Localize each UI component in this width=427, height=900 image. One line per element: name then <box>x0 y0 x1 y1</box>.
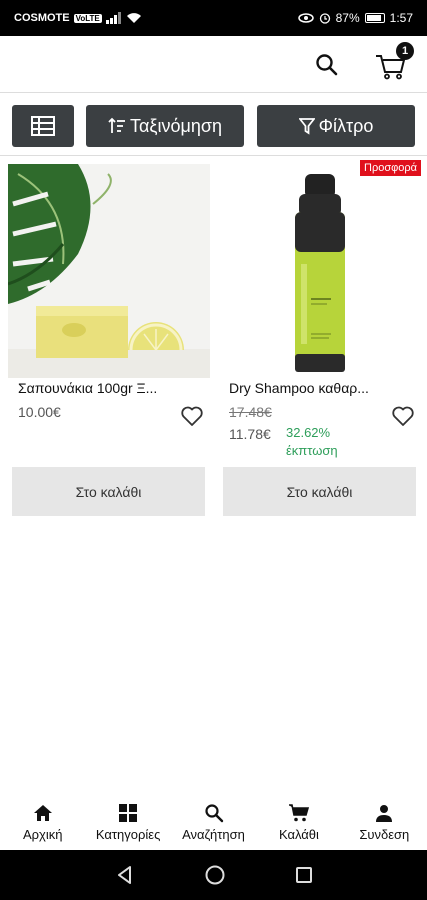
sort-button[interactable]: Ταξινόμηση <box>86 105 244 147</box>
home-circle-icon[interactable] <box>204 864 226 886</box>
dry-shampoo-product-picture <box>219 164 421 378</box>
search-icon <box>316 54 338 76</box>
offer-badge: Προσφορά <box>360 160 421 176</box>
recents-icon[interactable] <box>295 866 313 884</box>
alarm-icon <box>319 13 330 24</box>
nav-cart[interactable]: Καλάθι <box>256 794 341 850</box>
product-title[interactable]: Dry Shampoo καθαρ... <box>229 380 414 396</box>
home-icon <box>32 803 54 823</box>
wishlist-button[interactable] <box>180 404 204 428</box>
add-to-cart-button[interactable]: Στο καλάθι <box>223 467 416 516</box>
product-title[interactable]: Σαπουνάκια 100gr Ξ... <box>18 380 203 396</box>
product-card[interactable]: Σαπουνάκια 100gr Ξ... 10.00€ Στο καλάθι <box>8 164 210 520</box>
sort-icon <box>108 117 125 133</box>
status-left: COSMOTE VoLTE <box>14 12 142 24</box>
cart-count-badge: 1 <box>396 42 414 60</box>
discount-word: έκπτωση <box>286 443 338 458</box>
heart-icon <box>392 406 414 426</box>
list-view-icon <box>31 116 55 136</box>
product-price: 11.78€ <box>229 426 271 442</box>
discount-percent: 32.62% <box>286 425 331 440</box>
search-button[interactable] <box>314 52 340 78</box>
status-right: 87% 1:57 <box>297 11 413 25</box>
volte-badge: VoLTE <box>73 13 102 23</box>
signal-icon <box>105 12 121 24</box>
product-old-price: 17.48€ <box>229 404 272 420</box>
product-card[interactable]: Προσφορά Dry Shampoo καθαρ... 17.48€ 11.… <box>219 160 421 520</box>
filter-label: Φίλτρο <box>318 115 374 136</box>
carrier-name: COSMOTE <box>14 12 70 24</box>
product-image[interactable] <box>219 164 421 378</box>
sort-label: Ταξινόμηση <box>130 115 222 136</box>
nav-categories-label: Κατηγορίες <box>95 826 161 842</box>
filter-icon <box>298 118 315 135</box>
status-bar: COSMOTE VoLTE 87% 1:57 <box>0 0 427 36</box>
nav-search[interactable]: Αναζήτηση <box>171 794 256 850</box>
battery-icon <box>364 13 385 23</box>
app-header: 1 <box>0 36 427 90</box>
nav-categories[interactable]: Κατηγορίες <box>85 794 170 850</box>
battery-percent: 87% <box>335 11 360 25</box>
nav-home-label: Αρχική <box>22 826 63 842</box>
discount-label: 32.62% έκπτωση <box>286 424 338 460</box>
view-toggle-button[interactable] <box>12 105 74 147</box>
soap-product-picture <box>8 164 210 378</box>
nav-login[interactable]: Συνδεση <box>342 794 427 850</box>
product-price: 10.00€ <box>18 404 61 420</box>
nav-cart-label: Καλάθι <box>278 826 319 842</box>
filter-button[interactable]: Φίλτρο <box>257 105 415 147</box>
nav-home[interactable]: Αρχική <box>0 794 85 850</box>
eye-icon <box>297 13 314 23</box>
system-navigation-bar <box>0 850 427 900</box>
add-to-cart-button[interactable]: Στο καλάθι <box>12 467 205 516</box>
bottom-navigation: Αρχική Κατηγορίες Αναζήτηση Καλάθι Συνδε… <box>0 794 427 850</box>
cart-icon <box>288 803 310 823</box>
grid-icon <box>117 803 139 823</box>
back-icon[interactable] <box>115 865 135 885</box>
clock: 1:57 <box>389 11 413 25</box>
heart-icon <box>181 406 203 426</box>
wishlist-button[interactable] <box>391 404 415 428</box>
list-toolbar: Ταξινόμηση Φίλτρο <box>0 92 427 156</box>
search-icon <box>203 803 225 823</box>
user-icon <box>373 803 395 823</box>
nav-search-label: Αναζήτηση <box>182 826 245 842</box>
nav-login-label: Συνδεση <box>359 826 410 842</box>
wifi-icon <box>126 13 141 23</box>
product-image[interactable] <box>8 164 210 378</box>
